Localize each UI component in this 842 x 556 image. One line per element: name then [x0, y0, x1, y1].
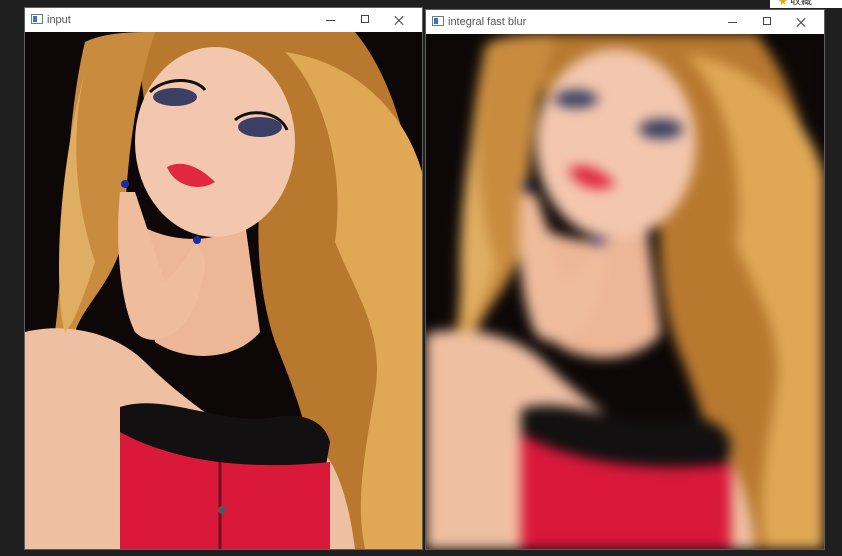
minimize-button[interactable]	[718, 12, 748, 32]
input-image	[25, 32, 422, 549]
favorites-label: 收藏	[790, 0, 812, 7]
blur-titlebar[interactable]: integral fast blur	[426, 10, 824, 34]
blurred-image	[426, 34, 824, 549]
close-button[interactable]	[786, 12, 816, 32]
input-titlebar[interactable]: input	[25, 8, 422, 32]
input-window: input	[25, 8, 422, 549]
close-button[interactable]	[384, 10, 414, 30]
maximize-button[interactable]	[752, 12, 782, 32]
window-icon	[432, 16, 444, 26]
window-title: integral fast blur	[448, 16, 527, 28]
maximize-button[interactable]	[350, 10, 380, 30]
host-app-corner: ★ 收藏	[770, 0, 842, 8]
blur-window: integral fast blur	[426, 10, 824, 549]
window-title: input	[47, 14, 71, 26]
minimize-button[interactable]	[316, 10, 346, 30]
star-icon: ★	[778, 0, 788, 8]
window-icon	[31, 14, 43, 24]
